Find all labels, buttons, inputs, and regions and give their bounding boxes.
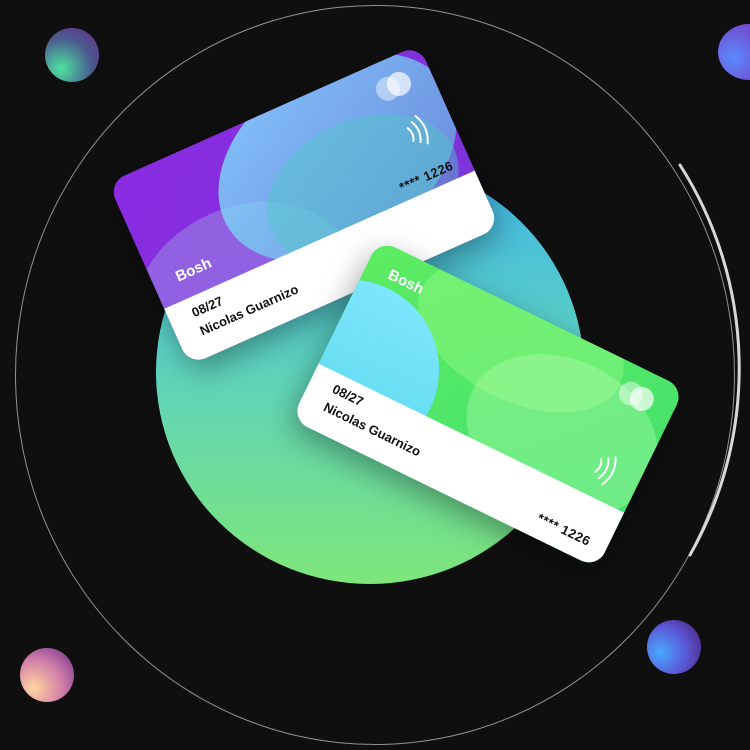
decorative-orb-top-left <box>45 28 99 82</box>
decorative-orb-bottom-right <box>647 620 701 674</box>
decorative-orb-bottom-left <box>20 648 74 702</box>
scene: Bosh **** 1226 08/27 Nicolas Guarnizo Bo… <box>0 0 750 750</box>
